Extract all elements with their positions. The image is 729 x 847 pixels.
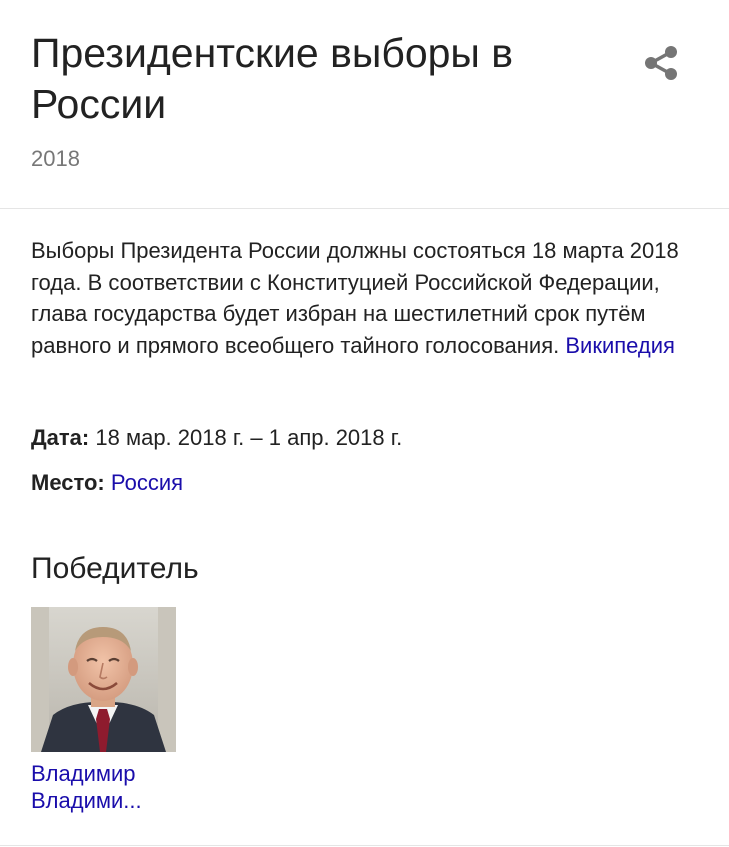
wikipedia-link[interactable]: Википедия	[565, 333, 675, 358]
share-button[interactable]	[636, 38, 686, 88]
fact-place-label: Место:	[31, 470, 105, 495]
winner-photo[interactable]	[31, 607, 176, 752]
fact-date: Дата: 18 мар. 2018 г. – 1 апр. 2018 г.	[31, 423, 402, 453]
description: Выборы Президента России должны состоять…	[31, 235, 701, 361]
page-title: Президентские выборы в России	[31, 30, 514, 127]
panel-header: Президентские выборы в России 2018	[0, 0, 729, 209]
winner-name-line2: Владими...	[31, 788, 142, 813]
fact-date-value: 18 мар. 2018 г. – 1 апр. 2018 г.	[95, 425, 403, 450]
winner-name-line1: Владимир	[31, 761, 136, 786]
fact-date-label: Дата:	[31, 425, 90, 450]
page-subtitle: 2018	[31, 146, 80, 171]
fact-place-link[interactable]: Россия	[111, 470, 183, 495]
winner-card[interactable]: Владимир Владими...	[31, 607, 176, 814]
winner-name-link[interactable]: Владимир Владими...	[31, 760, 176, 814]
share-icon	[641, 43, 681, 83]
bottom-divider	[0, 845, 729, 846]
fact-place: Место: Россия	[31, 468, 183, 498]
winner-heading: Победитель	[31, 552, 199, 585]
knowledge-panel: Президентские выборы в России 2018 Выбор…	[0, 0, 729, 847]
